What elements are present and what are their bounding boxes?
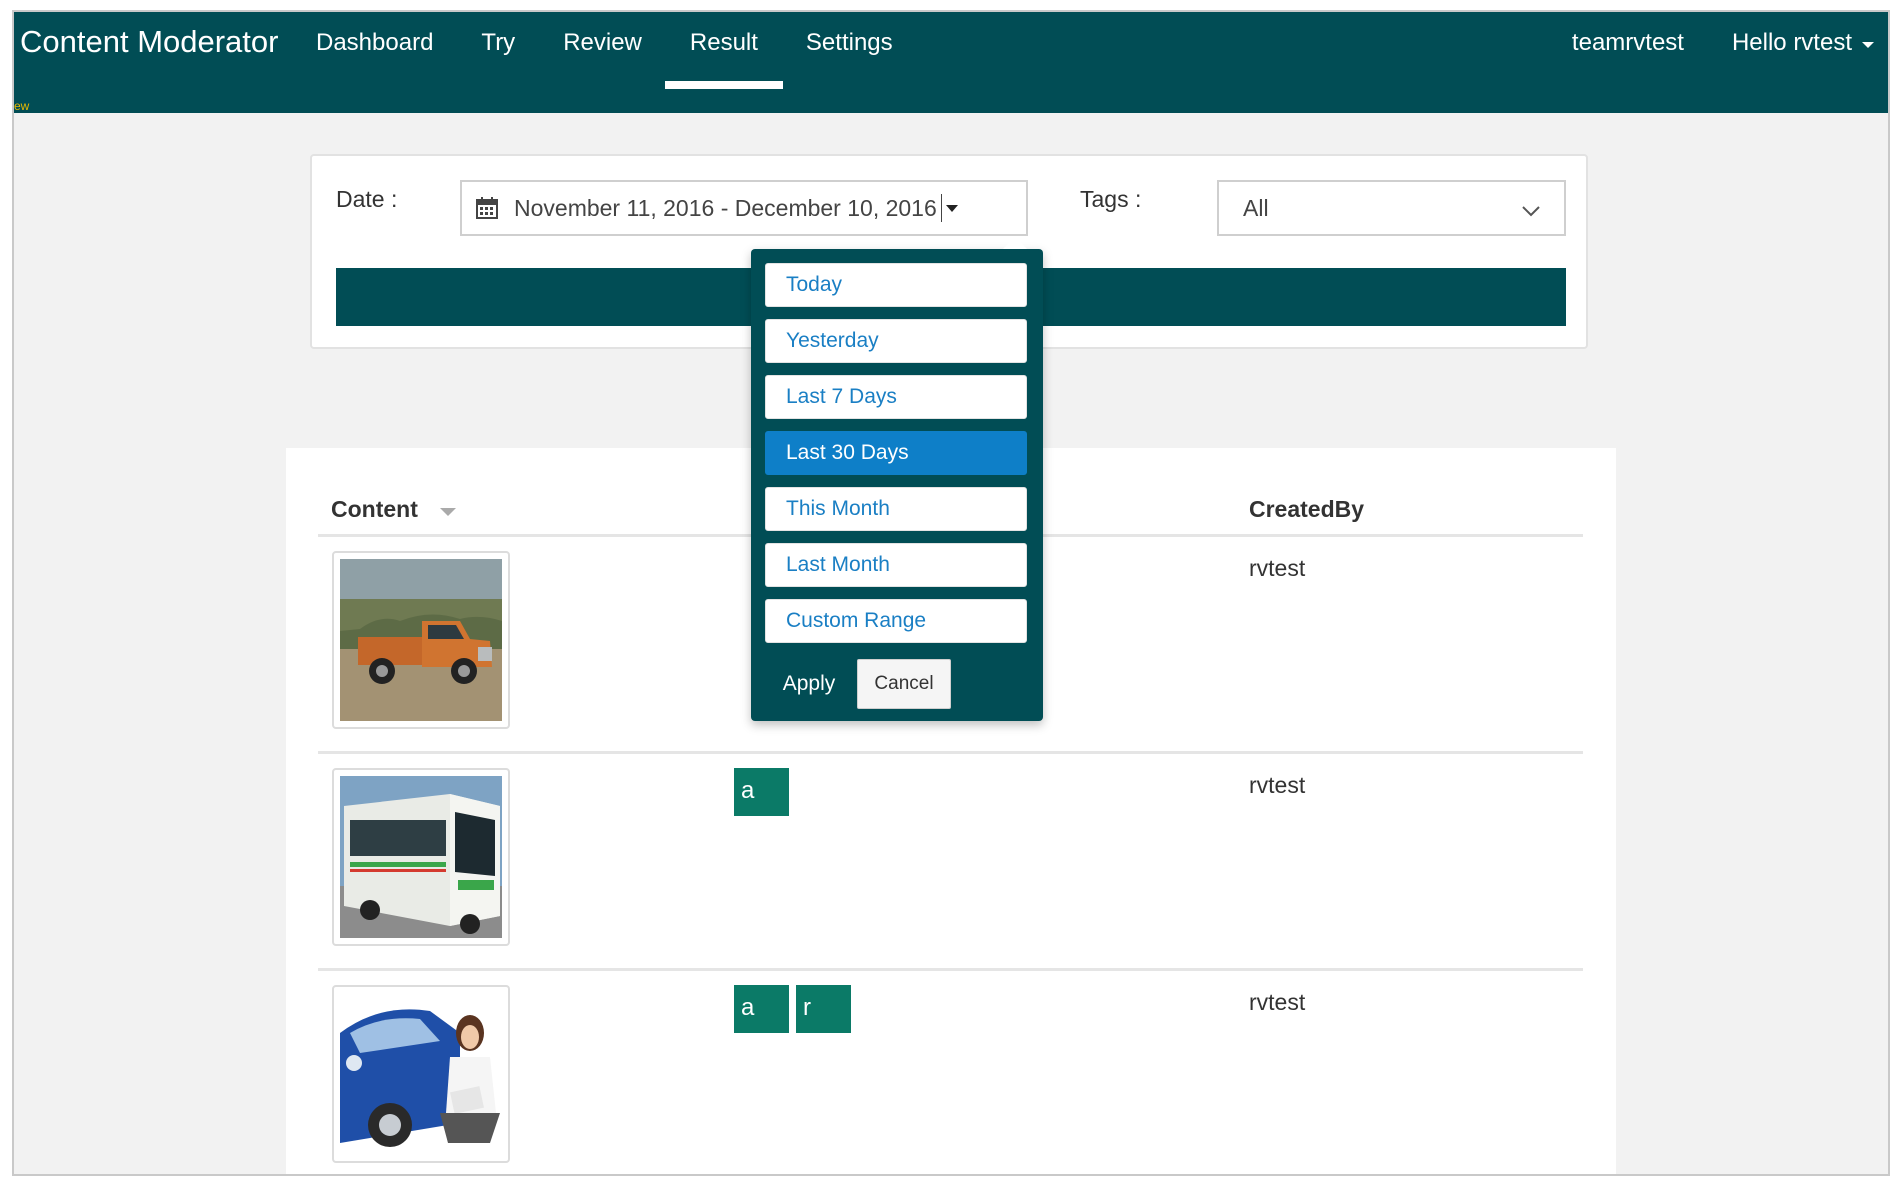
tags-select[interactable]: All (1217, 180, 1566, 236)
user-menu[interactable]: Hello rvtest (1732, 29, 1874, 57)
column-header-createdby: CreatedBy (1249, 496, 1365, 522)
tag-badge[interactable]: a (734, 985, 789, 1033)
date-label: Date : (336, 186, 398, 212)
caret-down-icon (1862, 41, 1874, 48)
content-thumbnail[interactable] (332, 985, 510, 1163)
nav-user-area: teamrvtest Hello rvtest (1572, 29, 1874, 57)
chevron-down-icon (1522, 196, 1540, 223)
nav-review[interactable]: Review (563, 12, 642, 113)
table-row: a rvtest (318, 754, 1583, 968)
tags-value: All (1243, 194, 1269, 221)
nav-result[interactable]: Result (664, 12, 783, 113)
range-this-month[interactable]: This Month (765, 487, 1027, 531)
team-name[interactable]: teamrvtest (1572, 29, 1684, 57)
column-header-content-label: Content (331, 496, 418, 522)
app-window: Content Moderator Dashboard Try Review R… (12, 10, 1890, 1176)
column-header-content[interactable]: Content (331, 496, 456, 523)
range-last-30-days[interactable]: Last 30 Days (765, 431, 1027, 475)
nav-settings[interactable]: Settings (806, 12, 893, 113)
calendar-icon (476, 197, 498, 219)
apply-button[interactable]: Apply (765, 659, 853, 709)
sort-caret-icon[interactable] (439, 507, 456, 516)
date-caret-icon (940, 194, 958, 222)
created-by-cell: rvtest (1249, 989, 1306, 1015)
table-row: a r rvtest (318, 971, 1583, 1174)
city-bus-image (340, 776, 502, 938)
created-by-cell: rvtest (1249, 772, 1306, 798)
date-range-input[interactable]: November 11, 2016 - December 10, 2016 (460, 180, 1028, 236)
nav-dashboard[interactable]: Dashboard (316, 12, 433, 113)
nav-menu: Dashboard Try Review Result Settings (316, 12, 941, 113)
brand-title[interactable]: Content Moderator (20, 24, 278, 60)
pickup-truck-image (340, 559, 502, 721)
range-today[interactable]: Today (765, 263, 1027, 307)
corner-mark: ew (14, 99, 30, 113)
tags-label: Tags : (1080, 186, 1142, 212)
range-last-7-days[interactable]: Last 7 Days (765, 375, 1027, 419)
user-greeting: Hello rvtest (1731, 29, 1852, 56)
tag-badge[interactable]: r (796, 985, 851, 1033)
tag-badge[interactable]: a (734, 768, 789, 816)
content-thumbnail[interactable] (332, 551, 510, 729)
blue-car-woman-image (340, 993, 502, 1155)
content-thumbnail[interactable] (332, 768, 510, 946)
range-yesterday[interactable]: Yesterday (765, 319, 1027, 363)
created-by-cell: rvtest (1249, 555, 1306, 581)
range-last-month[interactable]: Last Month (765, 543, 1027, 587)
top-navbar: Content Moderator Dashboard Try Review R… (14, 12, 1888, 113)
date-range-dropdown: Today Yesterday Last 7 Days Last 30 Days… (751, 237, 1043, 721)
nav-try[interactable]: Try (481, 12, 515, 113)
cancel-button[interactable]: Cancel (857, 659, 951, 709)
date-range-value: November 11, 2016 - December 10, 2016 (514, 194, 937, 221)
range-custom[interactable]: Custom Range (765, 599, 1027, 643)
